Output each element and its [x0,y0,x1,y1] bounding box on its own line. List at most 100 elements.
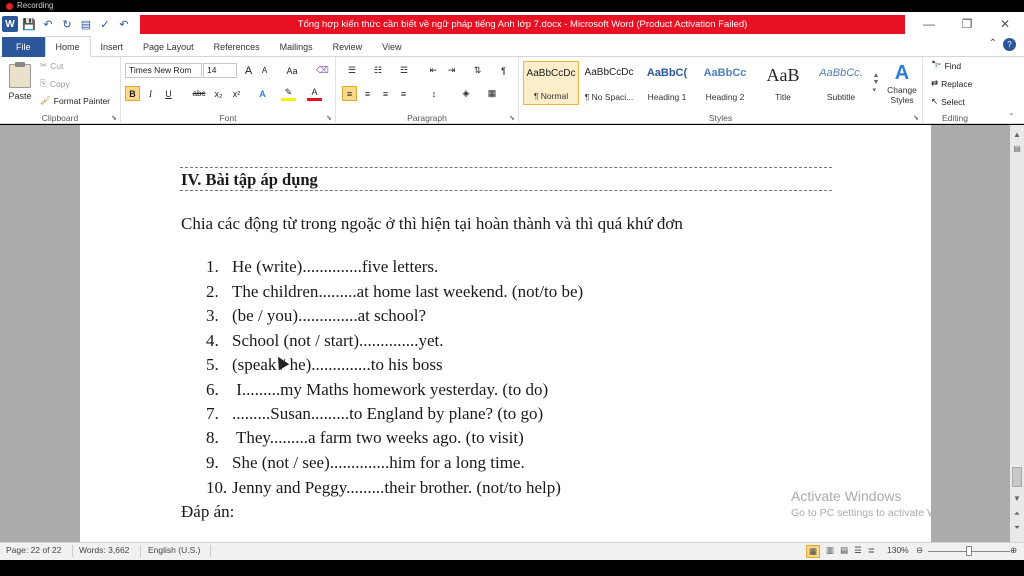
align-left-icon[interactable]: ≡ [342,86,357,101]
dialog-launcher-icon[interactable]: ⬊ [326,114,332,122]
undo-typing-icon[interactable]: ↶ [116,16,132,32]
change-styles-button[interactable]: A Change Styles [883,59,921,107]
scroll-up-icon[interactable]: ▲ [1010,127,1024,141]
align-center-icon[interactable]: ≡ [360,86,375,101]
cut-button[interactable]: ✂ Cut [40,60,63,71]
shading-icon[interactable]: ◈ [456,86,476,101]
font-color-icon[interactable]: A [307,86,322,101]
minimize-button[interactable]: — [910,12,948,36]
bullets-icon[interactable]: ☰ [342,63,362,78]
subscript-button[interactable]: x₂ [211,86,226,101]
replace-button[interactable]: ⇄ Replace [931,78,972,89]
zoom-slider-handle[interactable] [966,546,972,556]
grow-font-button[interactable]: A [241,63,256,78]
italic-button[interactable]: I [143,86,158,101]
style-name: Heading 2 [705,92,745,102]
tab-references[interactable]: References [204,37,270,57]
draft-icon[interactable]: ≣ [868,545,875,558]
multilevel-list-icon[interactable]: ☲ [394,63,414,78]
tab-review[interactable]: Review [323,37,373,57]
zoom-out-icon[interactable]: ⊖ [916,545,923,556]
print-layout-icon[interactable]: ▦ [806,545,821,558]
print-preview-icon[interactable]: ▤ [78,16,94,32]
justify-icon[interactable]: ≡ [396,86,411,101]
redo-icon[interactable]: ↻ [59,16,75,32]
save-icon[interactable]: 💾 [21,16,37,32]
format-painter-label: Format Painter [53,95,111,106]
align-right-icon[interactable]: ≡ [378,86,393,101]
web-layout-icon[interactable]: ▤ [840,545,848,558]
format-painter-button[interactable]: 🖌 Format Painter [40,95,110,106]
list-item: 2. The children.........at home last week… [206,282,584,301]
next-page-icon[interactable]: ⏷ [1010,521,1024,535]
previous-page-icon[interactable]: ⏶ [1010,507,1024,521]
tab-view[interactable]: View [372,37,411,57]
strikethrough-button[interactable]: abc [189,86,209,101]
editing-group: 🔭 Find ⇄ Replace ↖ Select Editing [923,57,987,124]
language[interactable]: English (U.S.) [148,545,200,555]
underline-button[interactable]: U [161,86,176,101]
style-normal[interactable]: AaBbCcDc ¶ Normal [523,61,579,105]
styles-scroll[interactable]: ▲ ▼ ▾ [871,61,881,105]
style-heading-2[interactable]: AaBbCc Heading 2 [697,61,753,105]
highlight-icon[interactable]: ✎ [281,86,296,101]
spelling-icon[interactable]: ✓ [97,16,113,32]
bold-button[interactable]: B [125,86,140,101]
tab-mailings[interactable]: Mailings [270,37,323,57]
restore-button[interactable]: ❐ [948,12,986,36]
copy-button[interactable]: ⎘ Copy [40,78,70,89]
binoculars-icon: 🔭 [931,60,942,70]
increase-indent-icon[interactable]: ⇥ [444,63,459,78]
scroll-thumb[interactable] [1012,467,1022,487]
numbering-icon[interactable]: ☷ [368,63,388,78]
paste-label: Paste [8,90,32,101]
full-screen-reading-icon[interactable]: ▥ [826,545,834,558]
tab-insert[interactable]: Insert [91,37,134,57]
style-sample: AaBbCcDc [526,68,576,79]
word-logo-icon[interactable]: W [2,16,18,32]
font-name-box[interactable]: Times New Rom [125,63,202,78]
tab-page-layout[interactable]: Page Layout [133,37,204,57]
zoom-in-icon[interactable]: ⊕ [1010,545,1017,556]
find-button[interactable]: 🔭 Find [931,60,961,71]
borders-icon[interactable]: ▦ [482,86,502,101]
copy-label: Copy [49,78,70,89]
show-formatting-button[interactable]: ¶ [496,63,511,78]
superscript-button[interactable]: x² [229,86,244,101]
style-heading-1[interactable]: AaBbC(Heading 1 [639,61,695,105]
sort-icon[interactable]: ⇅ [470,63,485,78]
text-effects-icon[interactable]: A [255,86,270,101]
select-label: Select [941,96,965,107]
replace-label: Replace [941,78,973,89]
dialog-launcher-icon[interactable]: ⬊ [111,114,117,122]
editing-label: Editing [942,113,968,123]
tab-home[interactable]: Home [44,36,91,57]
minimize-ribbon-icon[interactable]: ⌃ [989,38,997,51]
vertical-scrollbar[interactable]: ▲ ▤ ▼ ⏶ ⏷ [1010,125,1024,542]
close-button[interactable]: ✕ [986,12,1024,36]
zoom-level[interactable]: 130% [887,545,909,555]
ruler-toggle-icon[interactable]: ▤ [1010,141,1024,155]
undo-icon[interactable]: ↶ [40,16,56,32]
word-count[interactable]: Words: 3,662 [79,545,129,555]
outline-icon[interactable]: ☰ [854,545,862,558]
paste-button[interactable]: Paste [6,60,34,104]
select-button[interactable]: ↖ Select [931,96,965,107]
help-icon[interactable]: ? [1003,38,1016,51]
page-count[interactable]: Page: 22 of 22 [6,545,61,555]
shrink-font-button[interactable]: A [257,63,272,78]
decrease-indent-icon[interactable]: ⇤ [426,63,441,78]
dialog-launcher-icon[interactable]: ⬊ [913,114,919,122]
font-size-box[interactable]: 14 [203,63,237,78]
scroll-down-icon[interactable]: ▼ [1010,491,1024,505]
collapse-ribbon-icon[interactable]: ⌃ [1008,112,1015,121]
style-no-spacing[interactable]: AaBbCcDc ¶ No Spaci... [581,61,637,105]
style-subtitle[interactable]: AaBbCc. Subtitle [813,61,869,105]
instruction-text: Chia các động từ trong ngoặc ở thì hiện … [181,214,683,233]
clear-formatting-icon[interactable]: ⌫ [315,63,330,78]
style-title[interactable]: AaB Title [755,61,811,105]
dialog-launcher-icon[interactable]: ⬊ [509,114,515,122]
tab-file[interactable]: File [2,37,45,57]
line-spacing-icon[interactable]: ↕ [424,86,444,101]
change-case-button[interactable]: Aa [281,63,303,78]
